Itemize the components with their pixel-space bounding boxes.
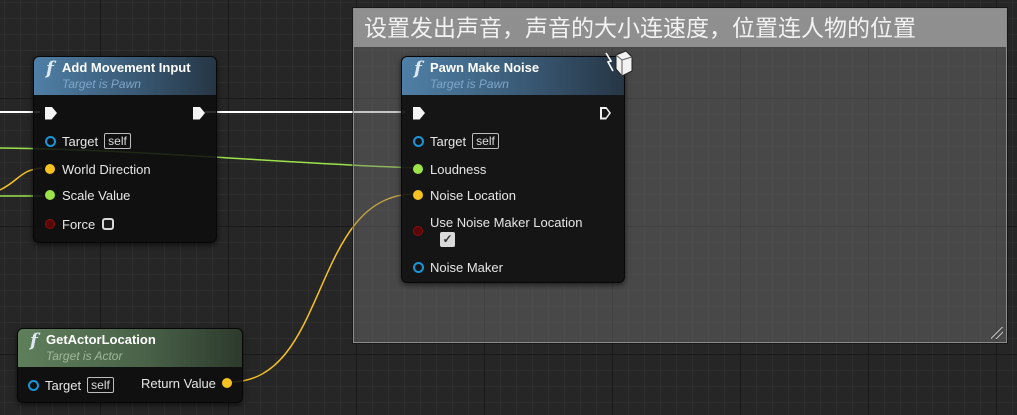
self-default-box[interactable]: self <box>104 133 131 149</box>
node-header[interactable]: f Add Movement Input Target is Pawn <box>34 57 216 95</box>
node-header[interactable]: f Pawn Make Noise Target is Pawn <box>402 50 633 95</box>
vector-pin-icon <box>413 190 423 200</box>
return-value-pin[interactable]: Return Value <box>141 374 232 392</box>
bool-pin-icon <box>45 219 55 229</box>
node-header[interactable]: f GetActorLocation Target is Actor <box>18 329 242 367</box>
vector-pin-icon <box>45 164 55 174</box>
node-pawn-make-noise[interactable]: f Pawn Make Noise Target is Pawn Target … <box>401 50 633 283</box>
exec-out-pin[interactable] <box>193 104 205 122</box>
loudness-pin[interactable]: Loudness <box>413 160 486 178</box>
exec-arrow-icon <box>45 106 57 120</box>
node-subtitle: Target is Pawn <box>430 77 509 91</box>
use-noise-maker-location-checkbox-row: ✓ <box>440 230 455 248</box>
exec-arrow-icon <box>413 106 425 120</box>
pin-label: Noise Location <box>430 187 516 203</box>
pin-label: Target <box>45 377 82 393</box>
self-default-box[interactable]: self <box>87 377 114 393</box>
bool-pin-icon <box>413 226 423 236</box>
node-add-movement-input[interactable]: f Add Movement Input Target is Pawn Targ… <box>33 56 217 243</box>
exec-in-pin[interactable] <box>413 104 425 122</box>
use-noise-maker-location-pin[interactable] <box>413 222 430 240</box>
pin-label: Target <box>62 133 99 149</box>
target-pin[interactable]: Target self <box>413 132 499 150</box>
latent-noise-icon <box>605 50 633 77</box>
vector-pin-icon <box>221 378 232 388</box>
exec-arrow-icon <box>600 107 611 120</box>
self-default-box[interactable]: self <box>472 133 499 149</box>
node-subtitle: Target is Actor <box>46 349 123 363</box>
object-pin-icon <box>413 261 424 273</box>
node-subtitle: Target is Pawn <box>62 77 141 91</box>
noise-maker-pin[interactable]: Noise Maker <box>413 258 503 276</box>
pin-label: Noise Maker <box>430 259 503 275</box>
force-pin[interactable]: Force <box>45 215 115 233</box>
object-pin-icon <box>413 135 424 147</box>
scale-value-pin[interactable]: Scale Value <box>45 186 130 204</box>
pin-label: Target <box>430 133 467 149</box>
comment-resize-handle[interactable] <box>991 327 1003 339</box>
noise-location-pin[interactable]: Noise Location <box>413 186 516 204</box>
node-title: Add Movement Input <box>62 60 191 75</box>
target-pin[interactable]: Target self <box>45 132 131 150</box>
pin-label: Scale Value <box>62 187 131 203</box>
pin-label: Use Noise Maker Location <box>430 214 583 230</box>
function-icon: f <box>414 58 422 79</box>
target-pin[interactable]: Target self <box>28 376 114 394</box>
pin-label: Loudness <box>430 161 487 177</box>
pin-label: World Direction <box>62 161 151 177</box>
use-noise-maker-location-checkbox[interactable]: ✓ <box>440 231 455 247</box>
exec-out-pin[interactable] <box>600 104 611 122</box>
exec-in-pin[interactable] <box>45 104 57 122</box>
world-direction-pin[interactable]: World Direction <box>45 160 151 178</box>
force-checkbox[interactable] <box>102 218 115 230</box>
pin-label: Force <box>62 216 96 232</box>
node-get-actor-location[interactable]: f GetActorLocation Target is Actor Targe… <box>17 328 243 403</box>
object-pin-icon <box>28 379 39 391</box>
comment-title[interactable]: 设置发出声音，声音的大小连速度，位置连人物的位置 <box>354 9 1006 47</box>
node-title: GetActorLocation <box>46 332 156 347</box>
function-icon: f <box>30 330 38 351</box>
node-title: Pawn Make Noise <box>430 60 540 75</box>
pin-label: Return Value <box>141 375 216 391</box>
exec-arrow-icon <box>193 106 205 120</box>
object-pin-icon <box>45 135 56 147</box>
float-pin-icon <box>413 164 423 174</box>
function-icon: f <box>46 58 54 79</box>
float-pin-icon <box>45 190 55 200</box>
use-noise-maker-location-label-row: Use Noise Maker Location <box>413 213 582 231</box>
